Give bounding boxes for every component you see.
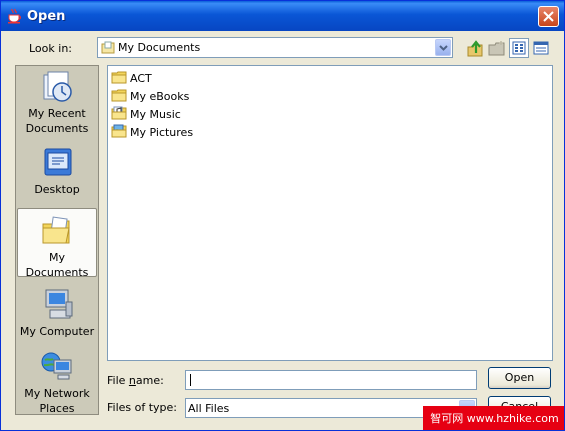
folder-icon [111,71,127,84]
list-view-button[interactable] [509,38,529,58]
my-documents-folder-icon [101,41,115,54]
folder-icon [111,89,127,102]
file-name-label: File name: [107,374,164,387]
files-of-type-label: Files of type: [107,401,178,414]
look-in-combobox[interactable]: My Documents [97,37,453,58]
place-label: Desktop [34,183,80,196]
my-computer-icon [45,289,73,319]
place-my-computer[interactable]: My Computer [17,288,97,339]
music-folder-icon [111,106,127,120]
place-my-recent-documents[interactable]: My Recent Documents [17,70,97,136]
my-documents-icon [42,216,70,244]
files-of-type-value: All Files [188,402,230,415]
place-label: My Network Places [24,387,90,415]
file-name: My eBooks [130,90,190,103]
desktop-icon [44,148,72,176]
look-in-dropdown-button[interactable] [435,39,451,56]
pictures-folder-icon [111,124,127,138]
text-caret [190,374,191,386]
up-one-level-icon[interactable] [465,38,485,58]
recent-documents-icon [43,71,72,102]
look-in-value: My Documents [118,41,201,54]
place-label: My Computer [19,325,95,338]
java-cup-icon [8,8,21,24]
place-my-documents[interactable]: My Documents [17,208,97,279]
network-places-icon [41,352,72,380]
file-name: ACT [130,72,152,85]
place-desktop[interactable]: Desktop [17,146,97,197]
list-view-icon [512,41,526,55]
place-my-network-places[interactable]: My Network Places [17,350,97,416]
new-folder-icon[interactable] [487,38,507,58]
file-name-input[interactable] [185,370,477,390]
close-icon [543,11,554,22]
details-view-icon[interactable] [531,38,551,58]
places-bar: My Recent Documents Desktop My Documents [15,65,99,415]
file-name: My Music [130,108,181,121]
window-title: Open [27,9,66,24]
close-button[interactable] [538,6,559,27]
chevron-down-icon [439,45,448,51]
site-watermark: 智可网 www.hzhike.com [423,406,564,430]
title-bar[interactable]: Open [1,1,564,31]
open-button[interactable]: Open [488,367,551,389]
place-label: My Recent Documents [25,107,89,135]
place-label: My Documents [25,251,89,279]
open-dialog: Open Look in: My Documents My Recent Doc… [0,0,565,431]
file-list[interactable]: ACT My eBooks My Music My Pictures [107,65,553,361]
file-name: My Pictures [130,126,194,139]
look-in-label: Look in: [29,42,72,55]
